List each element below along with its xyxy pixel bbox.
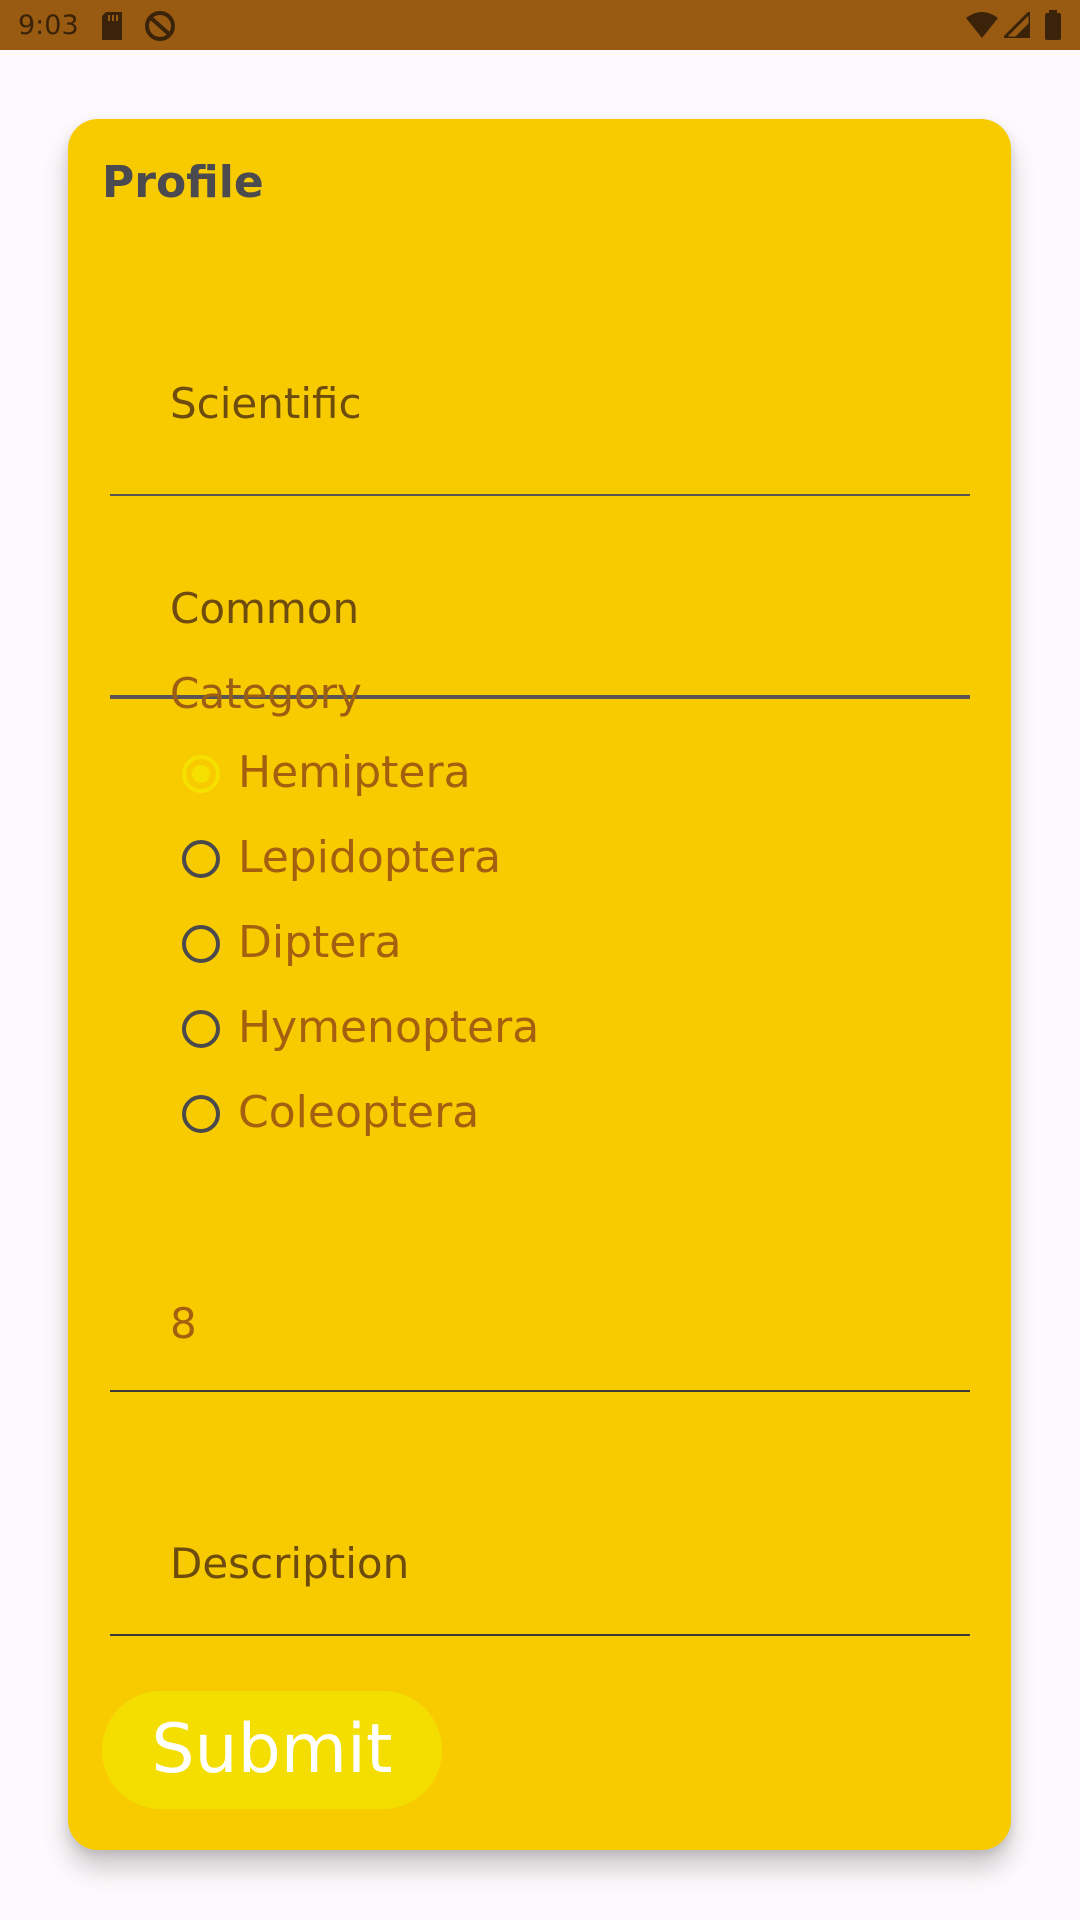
common-name-field[interactable]: Common xyxy=(110,449,970,705)
radio-unchecked-icon xyxy=(182,1095,220,1133)
radio-unchecked-icon xyxy=(182,925,220,963)
submit-button[interactable]: Submit xyxy=(102,1691,442,1809)
radio-checked-icon xyxy=(182,755,220,793)
sd-card-icon xyxy=(100,12,124,44)
scientific-placeholder: Scientific xyxy=(170,379,362,428)
radio-coleoptera[interactable]: Coleoptera xyxy=(182,1087,782,1147)
number-value: 8 xyxy=(170,1299,197,1348)
wifi-icon xyxy=(966,12,998,42)
radio-label: Hemiptera xyxy=(238,747,471,798)
radio-label: Hymenoptera xyxy=(238,1002,540,1053)
battery-icon xyxy=(1044,10,1062,44)
radio-label: Lepidoptera xyxy=(238,832,502,883)
radio-diptera[interactable]: Diptera xyxy=(182,917,782,977)
radio-hemiptera[interactable]: Hemiptera xyxy=(182,747,782,807)
signal-icon xyxy=(1000,8,1032,42)
radio-unchecked-icon xyxy=(182,840,220,878)
radio-unchecked-icon xyxy=(182,1010,220,1048)
radio-hymenoptera[interactable]: Hymenoptera xyxy=(182,1002,782,1062)
number-underline xyxy=(110,1390,970,1392)
radio-lepidoptera[interactable]: Lepidoptera xyxy=(182,832,782,892)
status-time: 9:03 xyxy=(18,10,79,41)
description-underline xyxy=(110,1634,970,1636)
radio-label: Coleoptera xyxy=(238,1087,480,1138)
do-not-disturb-icon xyxy=(144,10,176,46)
profile-card: Profile Scientific Common Category Hemip… xyxy=(68,119,1011,1850)
category-label: Category xyxy=(170,669,362,718)
number-field[interactable]: 8 xyxy=(110,1299,970,1539)
radio-label: Diptera xyxy=(238,917,402,968)
common-placeholder: Common xyxy=(170,584,360,633)
card-title: Profile xyxy=(102,157,264,208)
description-placeholder: Description xyxy=(170,1539,410,1588)
status-bar: 9:03 xyxy=(0,0,1080,50)
